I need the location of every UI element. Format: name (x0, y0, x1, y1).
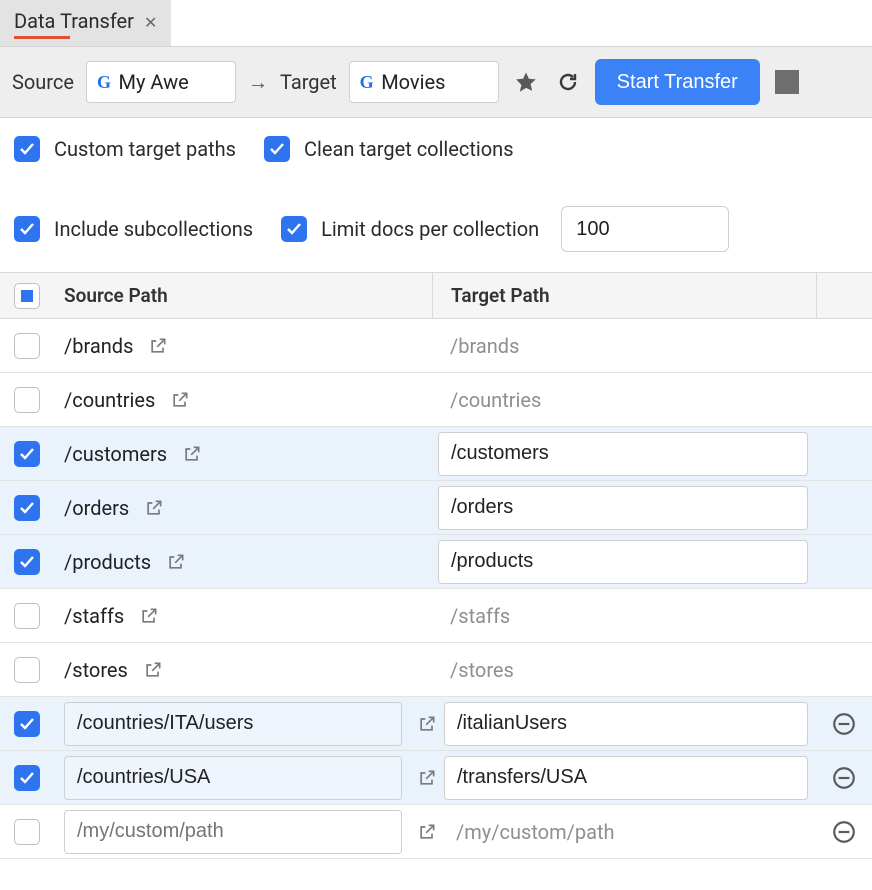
tab-data-transfer[interactable]: Data Transfer ✕ (0, 0, 171, 46)
table-row: /stores/stores (0, 643, 872, 697)
tab-title-text: Data Transfer (14, 9, 134, 33)
row-checkbox[interactable] (14, 333, 40, 359)
source-selector-value: My Awe (119, 70, 189, 94)
source-path-input[interactable] (64, 756, 402, 800)
row-checkbox[interactable] (14, 549, 40, 575)
table-row: /my/custom/path (0, 805, 872, 859)
source-path-text: /orders (64, 496, 129, 520)
row-checkbox[interactable] (14, 441, 40, 467)
row-checkbox[interactable] (14, 819, 40, 845)
target-label: Target (280, 70, 337, 94)
tab-bar: Data Transfer ✕ (0, 0, 872, 47)
paths-table: Source Path Target Path /brands/brands/c… (0, 272, 872, 859)
row-checkbox[interactable] (14, 765, 40, 791)
toolbar: Source G My Awe → Target G Movies Start … (0, 47, 872, 118)
option-label: Limit docs per collection (321, 217, 539, 241)
option-label: Include subcollections (54, 217, 253, 241)
target-path-input[interactable] (444, 702, 808, 746)
source-path-text: /staffs (64, 604, 124, 628)
header-source-path: Source Path (54, 284, 432, 307)
open-external-icon[interactable] (147, 335, 169, 357)
remove-row-icon[interactable] (830, 818, 858, 846)
limit-docs-input[interactable] (561, 206, 729, 252)
source-path-text: /stores (64, 658, 128, 682)
option-custom-target-paths[interactable]: Custom target paths (14, 136, 236, 162)
table-row: /staffs/staffs (0, 589, 872, 643)
target-path-input[interactable] (438, 540, 808, 584)
option-limit-docs[interactable]: Limit docs per collection (281, 206, 729, 252)
open-external-icon[interactable] (416, 821, 438, 843)
arrow-right-icon: → (248, 70, 268, 95)
target-path-input[interactable] (438, 486, 808, 530)
table-row: /orders (0, 481, 872, 535)
open-external-icon[interactable] (416, 767, 438, 789)
star-icon[interactable] (511, 67, 541, 97)
open-external-icon[interactable] (165, 551, 187, 573)
open-external-icon[interactable] (416, 713, 438, 735)
table-row: /countries/countries (0, 373, 872, 427)
source-label: Source (12, 70, 74, 94)
close-icon[interactable]: ✕ (144, 15, 157, 31)
source-path-input[interactable] (64, 810, 402, 854)
target-path-text: /countries (438, 388, 541, 412)
google-g-icon: G (97, 72, 111, 93)
tab-label: Data Transfer (14, 9, 134, 37)
target-path-text: /brands (438, 334, 519, 358)
stop-icon[interactable] (772, 67, 802, 97)
checkbox[interactable] (14, 216, 40, 242)
source-selector[interactable]: G My Awe (86, 61, 236, 103)
open-external-icon[interactable] (142, 659, 164, 681)
options-panel: Custom target paths Clean target collect… (0, 118, 872, 260)
checkbox[interactable] (281, 216, 307, 242)
select-all-checkbox[interactable] (14, 283, 40, 309)
row-checkbox[interactable] (14, 495, 40, 521)
target-path-text: /staffs (438, 604, 510, 628)
remove-row-icon[interactable] (830, 764, 858, 792)
table-row (0, 751, 872, 805)
target-path-input[interactable] (438, 432, 808, 476)
option-label: Clean target collections (304, 137, 514, 161)
open-external-icon[interactable] (143, 497, 165, 519)
row-checkbox[interactable] (14, 387, 40, 413)
table-header: Source Path Target Path (0, 273, 872, 319)
source-path-text: /customers (64, 442, 167, 466)
source-path-text: /brands (64, 334, 133, 358)
target-path-input[interactable] (444, 756, 808, 800)
checkbox[interactable] (264, 136, 290, 162)
open-external-icon[interactable] (169, 389, 191, 411)
source-path-input[interactable] (64, 702, 402, 746)
target-path-text: /my/custom/path (444, 820, 615, 844)
table-row: /products (0, 535, 872, 589)
google-g-icon: G (360, 72, 374, 93)
tab-active-underline (14, 36, 70, 39)
open-external-icon[interactable] (181, 443, 203, 465)
table-row (0, 697, 872, 751)
header-target-path: Target Path (432, 273, 816, 318)
row-checkbox[interactable] (14, 711, 40, 737)
option-label: Custom target paths (54, 137, 236, 161)
remove-row-icon[interactable] (830, 710, 858, 738)
table-row: /brands/brands (0, 319, 872, 373)
option-include-subcollections[interactable]: Include subcollections (14, 216, 253, 242)
target-selector-value: Movies (381, 70, 445, 94)
start-transfer-button[interactable]: Start Transfer (595, 59, 760, 105)
source-path-text: /products (64, 550, 151, 574)
target-path-text: /stores (438, 658, 514, 682)
target-selector[interactable]: G Movies (349, 61, 499, 103)
source-path-text: /countries (64, 388, 155, 412)
refresh-icon[interactable] (553, 67, 583, 97)
checkbox[interactable] (14, 136, 40, 162)
table-row: /customers (0, 427, 872, 481)
option-clean-target[interactable]: Clean target collections (264, 136, 514, 162)
open-external-icon[interactable] (138, 605, 160, 627)
row-checkbox[interactable] (14, 603, 40, 629)
row-checkbox[interactable] (14, 657, 40, 683)
